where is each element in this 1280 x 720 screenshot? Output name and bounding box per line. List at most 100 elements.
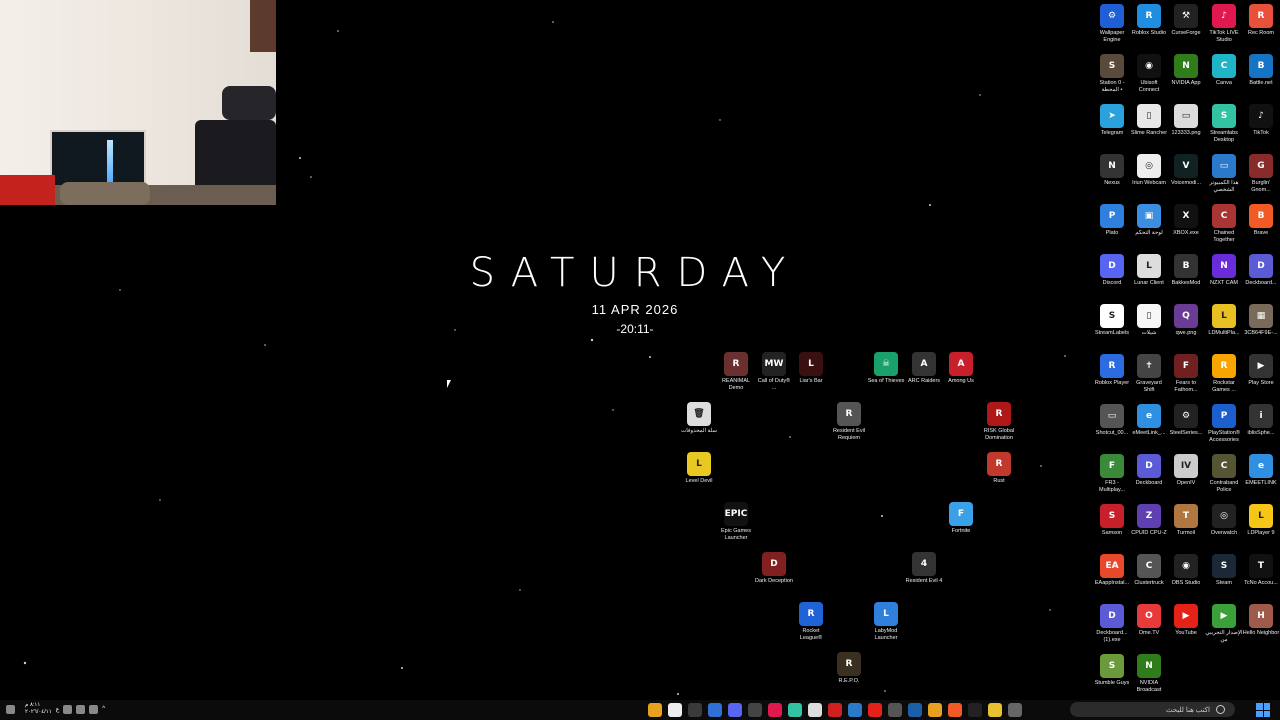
desktop-icon-canva[interactable]: C Canva [1205, 54, 1243, 87]
steam-circle-icon[interactable] [748, 703, 762, 717]
desktop-icon-obs-studio[interactable]: ◉ OBS Studio [1167, 554, 1205, 587]
desktop-icon-curseforge[interactable]: ⚒ CurseForge [1167, 4, 1205, 37]
desktop-icon-chained-together[interactable]: C Chained Together [1205, 204, 1243, 244]
desktop-icon-cpuid-cpu-z[interactable]: Z CPUID CPU-Z [1130, 504, 1168, 537]
desktop-icon-item[interactable]: ▶ الإصدار التجريبي من [1205, 604, 1243, 644]
taskbar-search-box[interactable]: اكتب هنا للبحث [1070, 702, 1235, 717]
desktop-icon-rockstar-games[interactable]: R Rockstar Games ... [1205, 354, 1243, 394]
xbox-icon[interactable] [688, 703, 702, 717]
desktop-icon-dark-deception[interactable]: D Dark Deception [755, 552, 793, 585]
desktop-icon-iriun-webcam[interactable]: ◎ Iriun Webcam [1130, 154, 1168, 187]
taskbar-clock[interactable]: ٨:١١ م ٢٠٢٦/٠٤/١١ [25, 702, 52, 716]
desktop-icon-resident-evil-4[interactable]: 4 Resident Evil 4 [905, 552, 943, 585]
desktop-icon-tiktok[interactable]: ♪ TikTok [1242, 104, 1280, 137]
desktop-icon-deckboard[interactable]: D Deckboard... [1242, 254, 1280, 287]
desktop-icon-eaappinstal[interactable]: EA EAappInstal... [1093, 554, 1131, 587]
desktop-icon-lunar-client[interactable]: L Lunar Client [1130, 254, 1168, 287]
desktop-icon-qwe-png[interactable]: Qqwe.png [1167, 304, 1205, 337]
desktop-icon-discord[interactable]: D Discord [1093, 254, 1131, 287]
desktop-icon-call-of-duty[interactable]: MW Call of Duty® ... [755, 352, 793, 392]
language-indicator[interactable]: ع [56, 706, 60, 713]
adobe-icon[interactable] [828, 703, 842, 717]
desktop-icon-play-store[interactable]: ▶ Play Store [1242, 354, 1280, 387]
desktop-icon-resident-evil-requiem[interactable]: R Resident Evil Requiem [830, 402, 868, 442]
desktop-icon-ubisoft-connect[interactable]: ◉ Ubisoft Connect [1130, 54, 1168, 94]
desktop-icon-3cb64f9e[interactable]: ▦ 3CB64F9E-... [1242, 304, 1280, 337]
desktop-icon-turmoil[interactable]: T Turmoil [1167, 504, 1205, 537]
desktop-icon-labymod-launcher[interactable]: L LabyMod Launcher [867, 602, 905, 642]
desktop-icon-ldmultipla[interactable]: L LDMultiPla... [1205, 304, 1243, 337]
desktop-icon-rec-room[interactable]: R Rec Room [1242, 4, 1280, 37]
desktop-icon-risk-global-domination[interactable]: R RISK Global Domination [980, 402, 1018, 442]
desktop-icon-rocket-league[interactable]: R Rocket League® [792, 602, 830, 642]
iriun-icon[interactable] [668, 703, 682, 717]
desktop-icon-openiv[interactable]: IV OpenIV [1167, 454, 1205, 487]
folder-icon[interactable] [988, 703, 1002, 717]
desktop-icon-ome-tv[interactable]: O Ome.TV [1130, 604, 1168, 637]
desktop-icon-telegram[interactable]: ➤ Telegram [1093, 104, 1131, 137]
desktop-icon-emeetlink[interactable]: e eMeetLink_... [1130, 404, 1168, 437]
desktop-icon-fr3-multiplay[interactable]: F FR3 - Multiplay... [1093, 454, 1131, 494]
network-icon[interactable] [76, 704, 86, 714]
desktop-icon-station-0[interactable]: S Station 0 - المحطة • [1093, 54, 1131, 94]
desktop-icon-reanimal-demo[interactable]: R REANIMAL Demo [717, 352, 755, 392]
desktop-icon-ldplayer-9[interactable]: L LDPlayer 9 [1242, 504, 1280, 537]
desktop-icon-youtube[interactable]: ▶ YouTube [1167, 604, 1205, 637]
desktop-icon-nvidia-broadcast[interactable]: N NVIDIA Broadcast [1130, 654, 1168, 694]
desktop-icon-battle-net[interactable]: B Battle.net [1242, 54, 1280, 87]
desktop-icon-item[interactable]: 🗑 سلة المحذوفات [680, 402, 718, 435]
monitor-icon[interactable] [888, 703, 902, 717]
desktop-icon-item[interactable]: ▣ لوحة التحكم [1130, 204, 1168, 237]
desktop-icon-burglin-gnom[interactable]: G Burglin' Gnom... [1242, 154, 1280, 194]
desktop-icon-graveyard-shift[interactable]: ✝ Graveyard Shift [1130, 354, 1168, 394]
desktop-icon-tcno-accou[interactable]: T TcNo Accou... [1242, 554, 1280, 587]
chrome-active-icon[interactable] [928, 703, 942, 717]
desktop-icon-roblox-player[interactable]: R Roblox Player [1093, 354, 1131, 387]
start-button[interactable] [1256, 703, 1270, 717]
desktop-icon-rust[interactable]: R Rust [980, 452, 1018, 485]
desktop-icon-deckboard-1-exe[interactable]: D Deckboard... (1).exe [1093, 604, 1131, 644]
youtube-icon[interactable] [868, 703, 882, 717]
desktop-icon-streamlabels[interactable]: S StreamLabels [1093, 304, 1131, 337]
desktop-icon-sea-of-thieves[interactable]: ☠ Sea of Thieves [867, 352, 905, 385]
desktop-icon-roblox-studio[interactable]: R Roblox Studio [1130, 4, 1168, 37]
desktop-icon-item[interactable]: ▯ شيلات [1130, 304, 1168, 337]
desktop-icon-wallpaper-engine[interactable]: ⚙ Wallpaper Engine [1093, 4, 1131, 44]
desktop-icon-playstation-accessories[interactable]: P PlayStation® Accessories [1205, 404, 1243, 444]
desktop-icon-emeetlink[interactable]: e EMEETLINK [1242, 454, 1280, 487]
desktop-icon-liar-s-bar[interactable]: L Liar's Bar [792, 352, 830, 385]
display-icon[interactable] [89, 704, 99, 714]
tiktok-live-icon[interactable] [968, 703, 982, 717]
editor-icon[interactable] [848, 703, 862, 717]
desktop-icon-among-us[interactable]: A Among Us [942, 352, 980, 385]
desktop-icon-fears-to-fathom[interactable]: F Fears to Fathom... [1167, 354, 1205, 394]
files-icon[interactable] [708, 703, 722, 717]
desktop-icon-samson[interactable]: S Samson [1093, 504, 1131, 537]
steam-icon[interactable] [908, 703, 922, 717]
desktop-icon-stumble-guys[interactable]: S Stumble Guys [1093, 654, 1131, 687]
task-view-icon[interactable] [1008, 703, 1022, 717]
desktop-icon-clustertruck[interactable]: C Clustertruck [1130, 554, 1168, 587]
desktop-icon-123333-png[interactable]: ▭ 123333.png [1167, 104, 1205, 137]
desktop-icon-steam[interactable]: S Steam [1205, 554, 1243, 587]
desktop-icon-item[interactable]: ▭ هذا الكمبيوتر الشخصي [1205, 154, 1243, 194]
desktop-icon-voicemodi[interactable]: V Voicemodi... [1167, 154, 1205, 187]
desktop-icon-plato[interactable]: P Plato [1093, 204, 1131, 237]
desktop-icon-steelseries[interactable]: ⚙ SteelSeries... [1167, 404, 1205, 437]
desktop-icon-fortnite[interactable]: F Fortnite [942, 502, 980, 535]
volume-icon[interactable] [63, 704, 73, 714]
notifications-icon[interactable] [6, 704, 15, 714]
capcut-icon[interactable] [808, 703, 822, 717]
desktop-icon-deckboard[interactable]: D Deckboard [1130, 454, 1168, 487]
desktop-icon-nzxt-cam[interactable]: N NZXT CAM [1205, 254, 1243, 287]
streamlabs-icon[interactable] [788, 703, 802, 717]
desktop-icon-tiktok-live-studio[interactable]: ♪ TikTok LIVE Studio [1205, 4, 1243, 44]
desktop-icon-iblissphe[interactable]: i iblisSphe... [1242, 404, 1280, 437]
tiktok-icon[interactable] [768, 703, 782, 717]
desktop-icon-brave[interactable]: B Brave [1242, 204, 1280, 237]
desktop-icon-hello-neighbor[interactable]: H Hello Neighbor [1242, 604, 1280, 637]
discord-icon[interactable] [728, 703, 742, 717]
desktop-icon-r-e-p-o[interactable]: R R.E.P.O. [830, 652, 868, 685]
desktop-icon-xbox-exe[interactable]: X XBOX.exe [1167, 204, 1205, 237]
desktop-icon-contraband-police[interactable]: C Contraband Police [1205, 454, 1243, 494]
